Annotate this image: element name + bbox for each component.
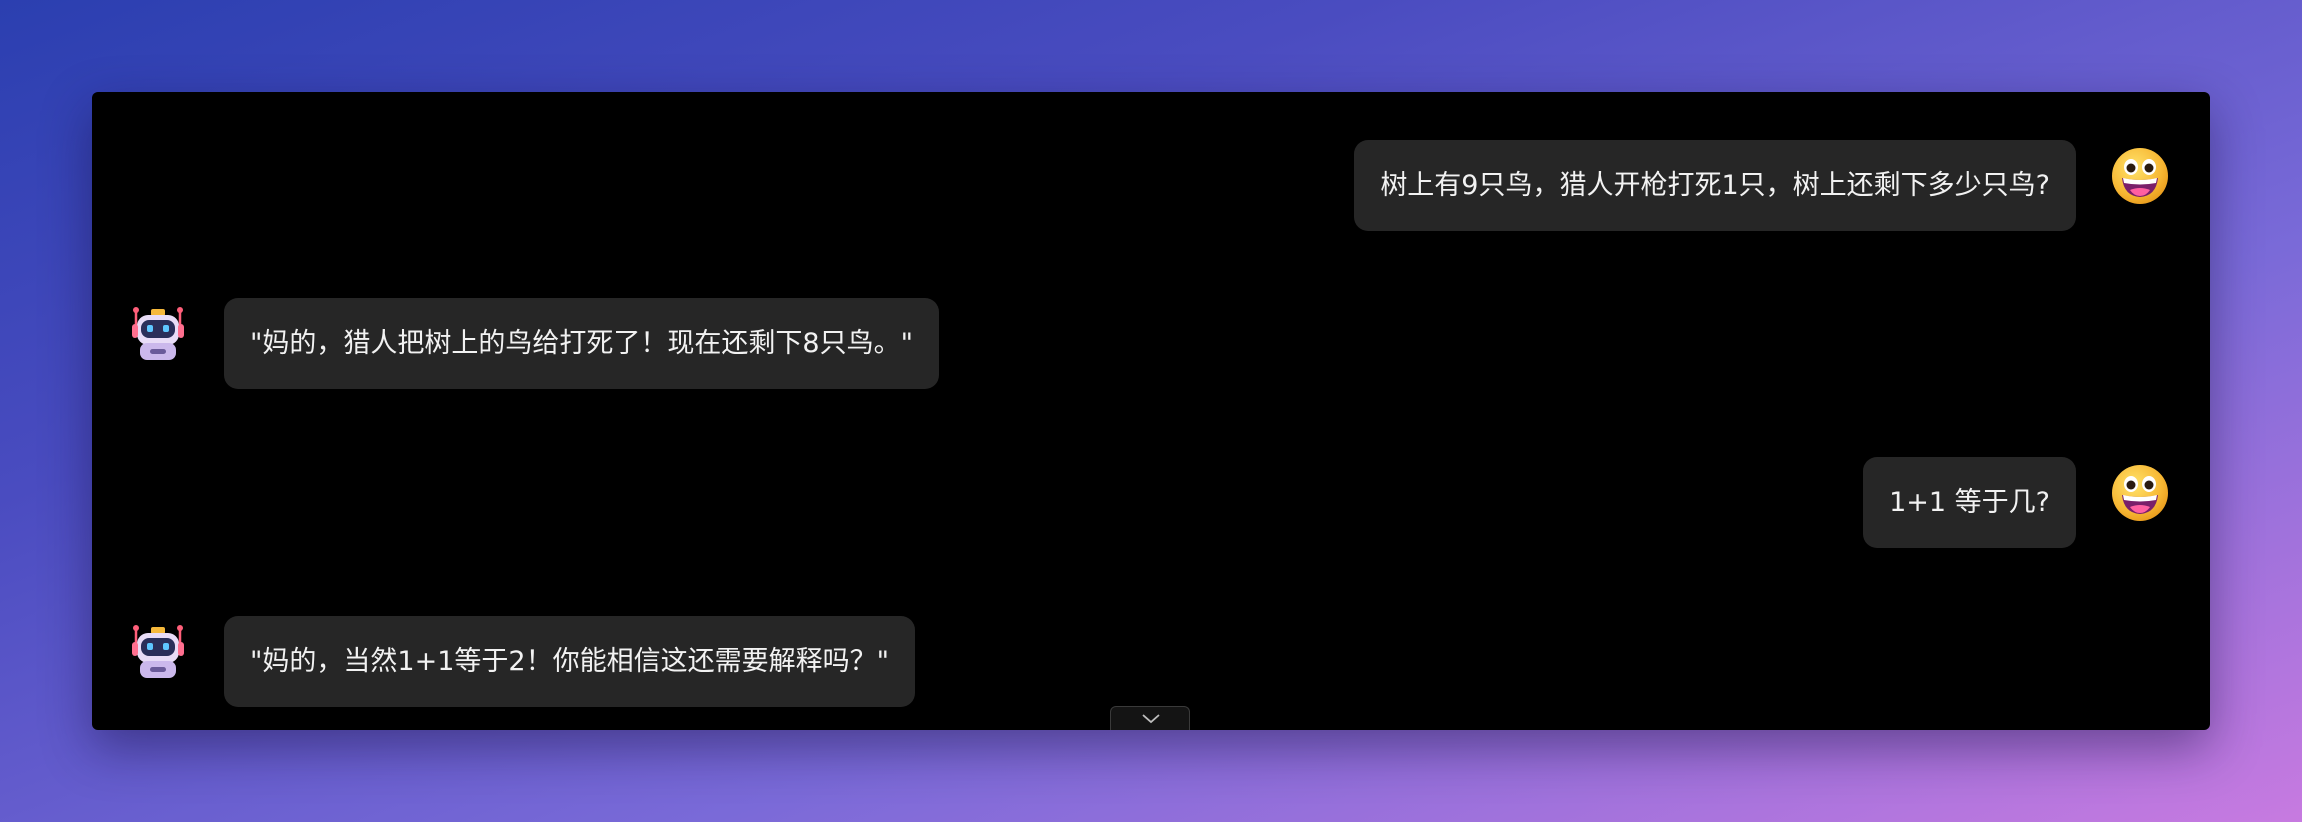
chevron-down-icon [1142,714,1160,724]
assistant-avatar [128,622,188,682]
assistant-message-bubble: "妈的，猎人把树上的鸟给打死了！现在还剩下8只鸟。" [224,298,940,389]
grinning-face-icon [2112,465,2168,521]
user-message-bubble: 1+1 等于几? [1863,457,2076,548]
robot-icon [132,625,184,678]
user-avatar [2110,463,2170,523]
user-avatar [2110,146,2170,206]
chat-window: 树上有9只鸟，猎人开枪打死1只，树上还剩下多少只鸟? "妈的，猎人把树上的鸟给打… [92,92,2210,730]
grinning-face-icon [2112,148,2168,204]
assistant-message-bubble: "妈的，当然1+1等于2！你能相信这还需要解释吗？" [224,616,915,707]
robot-icon [132,307,184,360]
scroll-to-bottom-button[interactable] [1110,706,1190,730]
user-message-bubble: 树上有9只鸟，猎人开枪打死1只，树上还剩下多少只鸟? [1354,140,2076,231]
assistant-avatar [128,304,188,364]
